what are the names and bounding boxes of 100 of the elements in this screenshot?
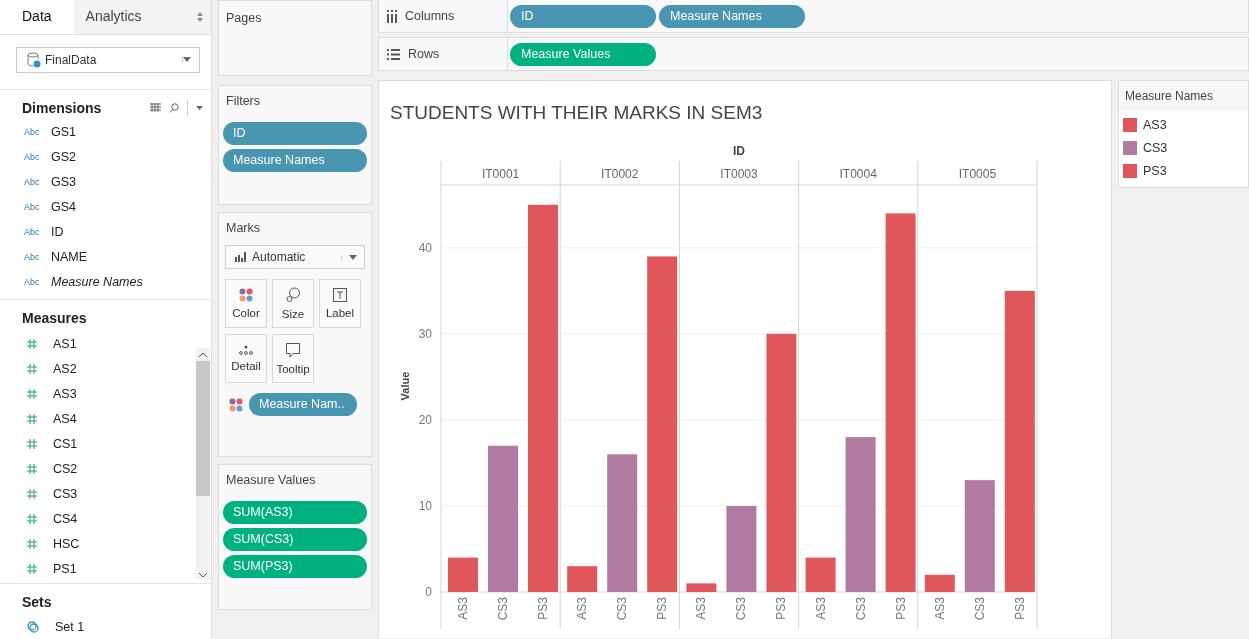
marks-card-button[interactable]: Color: [225, 279, 267, 328]
x-axis-label: PS3: [536, 597, 550, 620]
scrollbar[interactable]: [196, 347, 210, 580]
marks-card-button[interactable]: Size: [272, 279, 314, 328]
shelf-label: Columns: [405, 9, 455, 23]
sidebar-tab[interactable]: Analytics: [73, 0, 197, 34]
x-axis-label: CS3: [615, 597, 630, 621]
measure-field[interactable]: HSC: [53, 537, 80, 552]
bar[interactable]: [567, 566, 598, 592]
bar[interactable]: [647, 256, 678, 592]
legend-label[interactable]: AS3: [1143, 117, 1167, 132]
shelf-label: Rows: [408, 47, 440, 61]
color-dots-icon: [229, 397, 243, 412]
dimension-field[interactable]: ID: [51, 225, 64, 240]
dimension-field[interactable]: Measure Names: [51, 275, 143, 290]
hash-icon: [27, 489, 37, 500]
y-axis-title: Value: [399, 371, 411, 401]
bar[interactable]: [1004, 290, 1035, 592]
shelf-title: Filters: [225, 94, 262, 108]
speech-bubble-icon: [286, 342, 300, 358]
measure-field[interactable]: AS4: [53, 412, 77, 427]
scroll-up-icon[interactable]: [199, 351, 207, 357]
columns-icon: [387, 9, 397, 23]
x-axis-label: AS3: [575, 597, 590, 620]
section-title: Dimensions: [22, 99, 103, 116]
bar[interactable]: [766, 333, 797, 592]
hash-icon: [27, 514, 37, 525]
measure-field[interactable]: AS3: [53, 387, 77, 402]
hash-icon: [27, 439, 37, 450]
marks-card-button[interactable]: Tooltip: [272, 334, 314, 383]
x-axis-label: CS3: [496, 597, 510, 621]
bar[interactable]: [607, 454, 638, 592]
type-label: Abc: [24, 177, 41, 188]
scroll-down-icon[interactable]: [199, 572, 207, 578]
type-label: Abc: [24, 152, 41, 163]
column-header: IT0005: [958, 167, 997, 181]
dropdown-caret-icon[interactable]: [196, 105, 203, 110]
search-icon[interactable]: [169, 102, 179, 113]
marks-card-button[interactable]: Label: [319, 279, 361, 328]
dimension-field[interactable]: GS4: [51, 200, 76, 215]
bar[interactable]: [448, 557, 478, 592]
x-axis-label: AS3: [813, 597, 828, 620]
type-label: Abc: [24, 252, 41, 263]
measure-field[interactable]: PS1: [53, 562, 77, 577]
grid-view-icon[interactable]: [150, 103, 161, 113]
bar[interactable]: [805, 557, 836, 592]
dropdown-caret-icon: [182, 57, 191, 63]
shelf-title: Pages: [225, 11, 263, 25]
dimension-field[interactable]: GS1: [51, 125, 76, 140]
bar[interactable]: [845, 437, 876, 592]
mark-type-dropdown[interactable]: Automatic: [225, 245, 365, 269]
data-source-dropdown[interactable]: FinalData: [16, 47, 200, 73]
bar[interactable]: [885, 213, 916, 592]
x-axis-label: PS3: [655, 597, 670, 620]
legend-title: Measure Names: [1125, 89, 1214, 103]
pages-shelf[interactable]: Pages: [218, 0, 372, 76]
column-header: IT0002: [601, 167, 639, 181]
legend-label[interactable]: PS3: [1143, 163, 1167, 178]
x-axis-label: PS3: [1012, 597, 1027, 620]
dimension-field[interactable]: NAME: [51, 250, 88, 265]
y-axis-tick: 20: [418, 412, 432, 427]
bar[interactable]: [924, 574, 955, 592]
column-header: IT0003: [720, 167, 758, 181]
legend-label[interactable]: CS3: [1143, 140, 1168, 155]
type-label: Abc: [24, 202, 41, 213]
hash-icon: [27, 389, 37, 400]
sidebar-tab[interactable]: Data: [0, 0, 74, 34]
column-header: IT0001: [481, 167, 520, 181]
up-down-icon[interactable]: [197, 12, 203, 22]
column-header: IT0004: [839, 167, 877, 181]
chart-title: STUDENTS WITH THEIR MARKS IN SEM3: [390, 102, 763, 123]
measure-field[interactable]: CS3: [53, 487, 78, 502]
x-axis-label: CS3: [734, 597, 749, 621]
measure-field[interactable]: AS2: [53, 362, 77, 377]
hash-icon: [27, 464, 37, 475]
bar[interactable]: [686, 583, 717, 592]
scrollbar-thumb[interactable]: [196, 360, 210, 496]
hash-icon: [27, 339, 37, 350]
measure-field[interactable]: CS2: [53, 462, 78, 477]
bar[interactable]: [964, 480, 995, 592]
measure-field[interactable]: CS1: [53, 437, 78, 452]
database-icon: [27, 51, 41, 68]
color-dots-icon: [239, 288, 253, 302]
hash-icon: [27, 414, 37, 425]
type-label: Abc: [24, 277, 41, 288]
measure-field[interactable]: AS1: [53, 337, 77, 352]
x-axis-label: PS3: [893, 597, 908, 620]
set-field[interactable]: Set 1: [55, 619, 85, 634]
shelf-title: Marks: [225, 221, 262, 235]
shelf-title: Measure Values: [225, 473, 317, 487]
x-axis-title: ID: [733, 144, 745, 158]
hash-icon: [27, 564, 37, 575]
section-title: Sets: [22, 594, 53, 611]
set-icon: [27, 620, 39, 633]
measure-field[interactable]: CS4: [53, 512, 78, 527]
dimension-field[interactable]: GS2: [51, 150, 76, 165]
dimension-field[interactable]: GS3: [51, 175, 76, 190]
marks-card-button[interactable]: Detail: [225, 334, 267, 383]
bar[interactable]: [726, 505, 757, 592]
hash-icon: [27, 539, 37, 550]
